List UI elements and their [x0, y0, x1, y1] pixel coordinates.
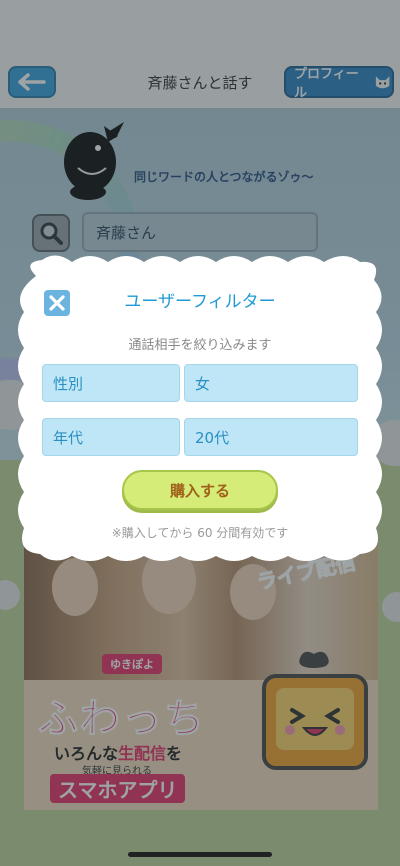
- gender-select[interactable]: 女: [184, 364, 358, 402]
- age-label-field: 年代: [42, 418, 180, 456]
- buy-button[interactable]: 購入する: [122, 470, 278, 510]
- age-select[interactable]: 20代: [184, 418, 358, 456]
- home-indicator[interactable]: [128, 852, 272, 857]
- gender-label-field: 性別: [42, 364, 180, 402]
- validity-note: ※購入してから 60 分間有効です: [111, 526, 289, 540]
- dialog-title: ユーザーフィルター: [124, 292, 276, 312]
- dialog-subtitle: 通話相手を絞り込みます: [128, 338, 272, 353]
